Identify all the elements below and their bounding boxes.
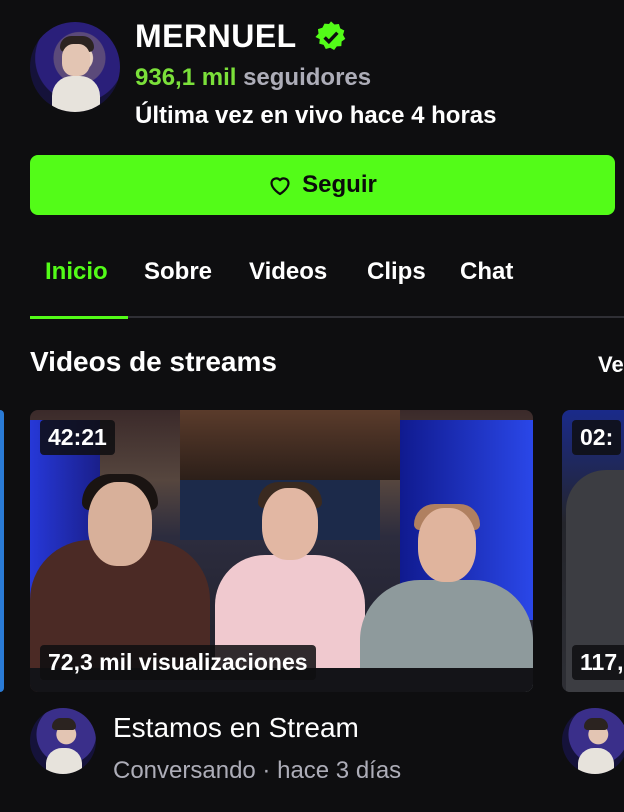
- video-channel-avatar[interactable]: [30, 708, 96, 774]
- follow-button[interactable]: Seguir: [30, 155, 615, 215]
- last-live-status: Última vez en vivo hace 4 horas: [135, 102, 497, 129]
- tab-inicio[interactable]: Inicio: [45, 258, 108, 286]
- channel-avatar[interactable]: [30, 22, 120, 112]
- video-duration-badge-2: 02:: [572, 420, 622, 455]
- section-title: Videos de streams: [30, 346, 277, 377]
- video-category[interactable]: Conversando: [113, 757, 256, 784]
- meta-separator: ·: [255, 757, 278, 784]
- video-title[interactable]: Estamos en Stream: [113, 712, 359, 744]
- tab-chat[interactable]: Chat: [460, 258, 513, 286]
- tab-clips[interactable]: Clips: [367, 258, 426, 286]
- verified-badge-icon: [315, 21, 346, 51]
- previous-video-card-edge[interactable]: [0, 410, 4, 692]
- video-meta: Conversando · hace 3 días: [113, 757, 401, 785]
- video-channel-avatar-2[interactable]: [562, 708, 624, 774]
- video-age: hace 3 días: [277, 757, 402, 784]
- channel-tabs: Inicio Sobre Videos Clips Chat: [30, 258, 624, 320]
- active-tab-indicator: [30, 316, 128, 319]
- see-all-link[interactable]: Ve: [598, 352, 624, 378]
- follow-button-label: Seguir: [302, 171, 377, 198]
- followers-label: seguidores: [243, 64, 372, 91]
- tab-sobre[interactable]: Sobre: [144, 258, 212, 286]
- channel-name: MERNUEL: [135, 18, 297, 54]
- channel-header: MERNUEL 936,1 mil seguidores Última vez …: [30, 16, 624, 136]
- followers-line: 936,1 mil seguidores: [135, 64, 371, 92]
- heart-outline-icon: [270, 177, 290, 196]
- video-views-badge: 72,3 mil visualizaciones: [40, 645, 316, 680]
- video-views-badge-2: 117,: [572, 645, 624, 680]
- followers-count: 936,1 mil: [135, 64, 237, 91]
- tab-videos[interactable]: Videos: [249, 258, 327, 286]
- video-duration-badge: 42:21: [40, 420, 115, 455]
